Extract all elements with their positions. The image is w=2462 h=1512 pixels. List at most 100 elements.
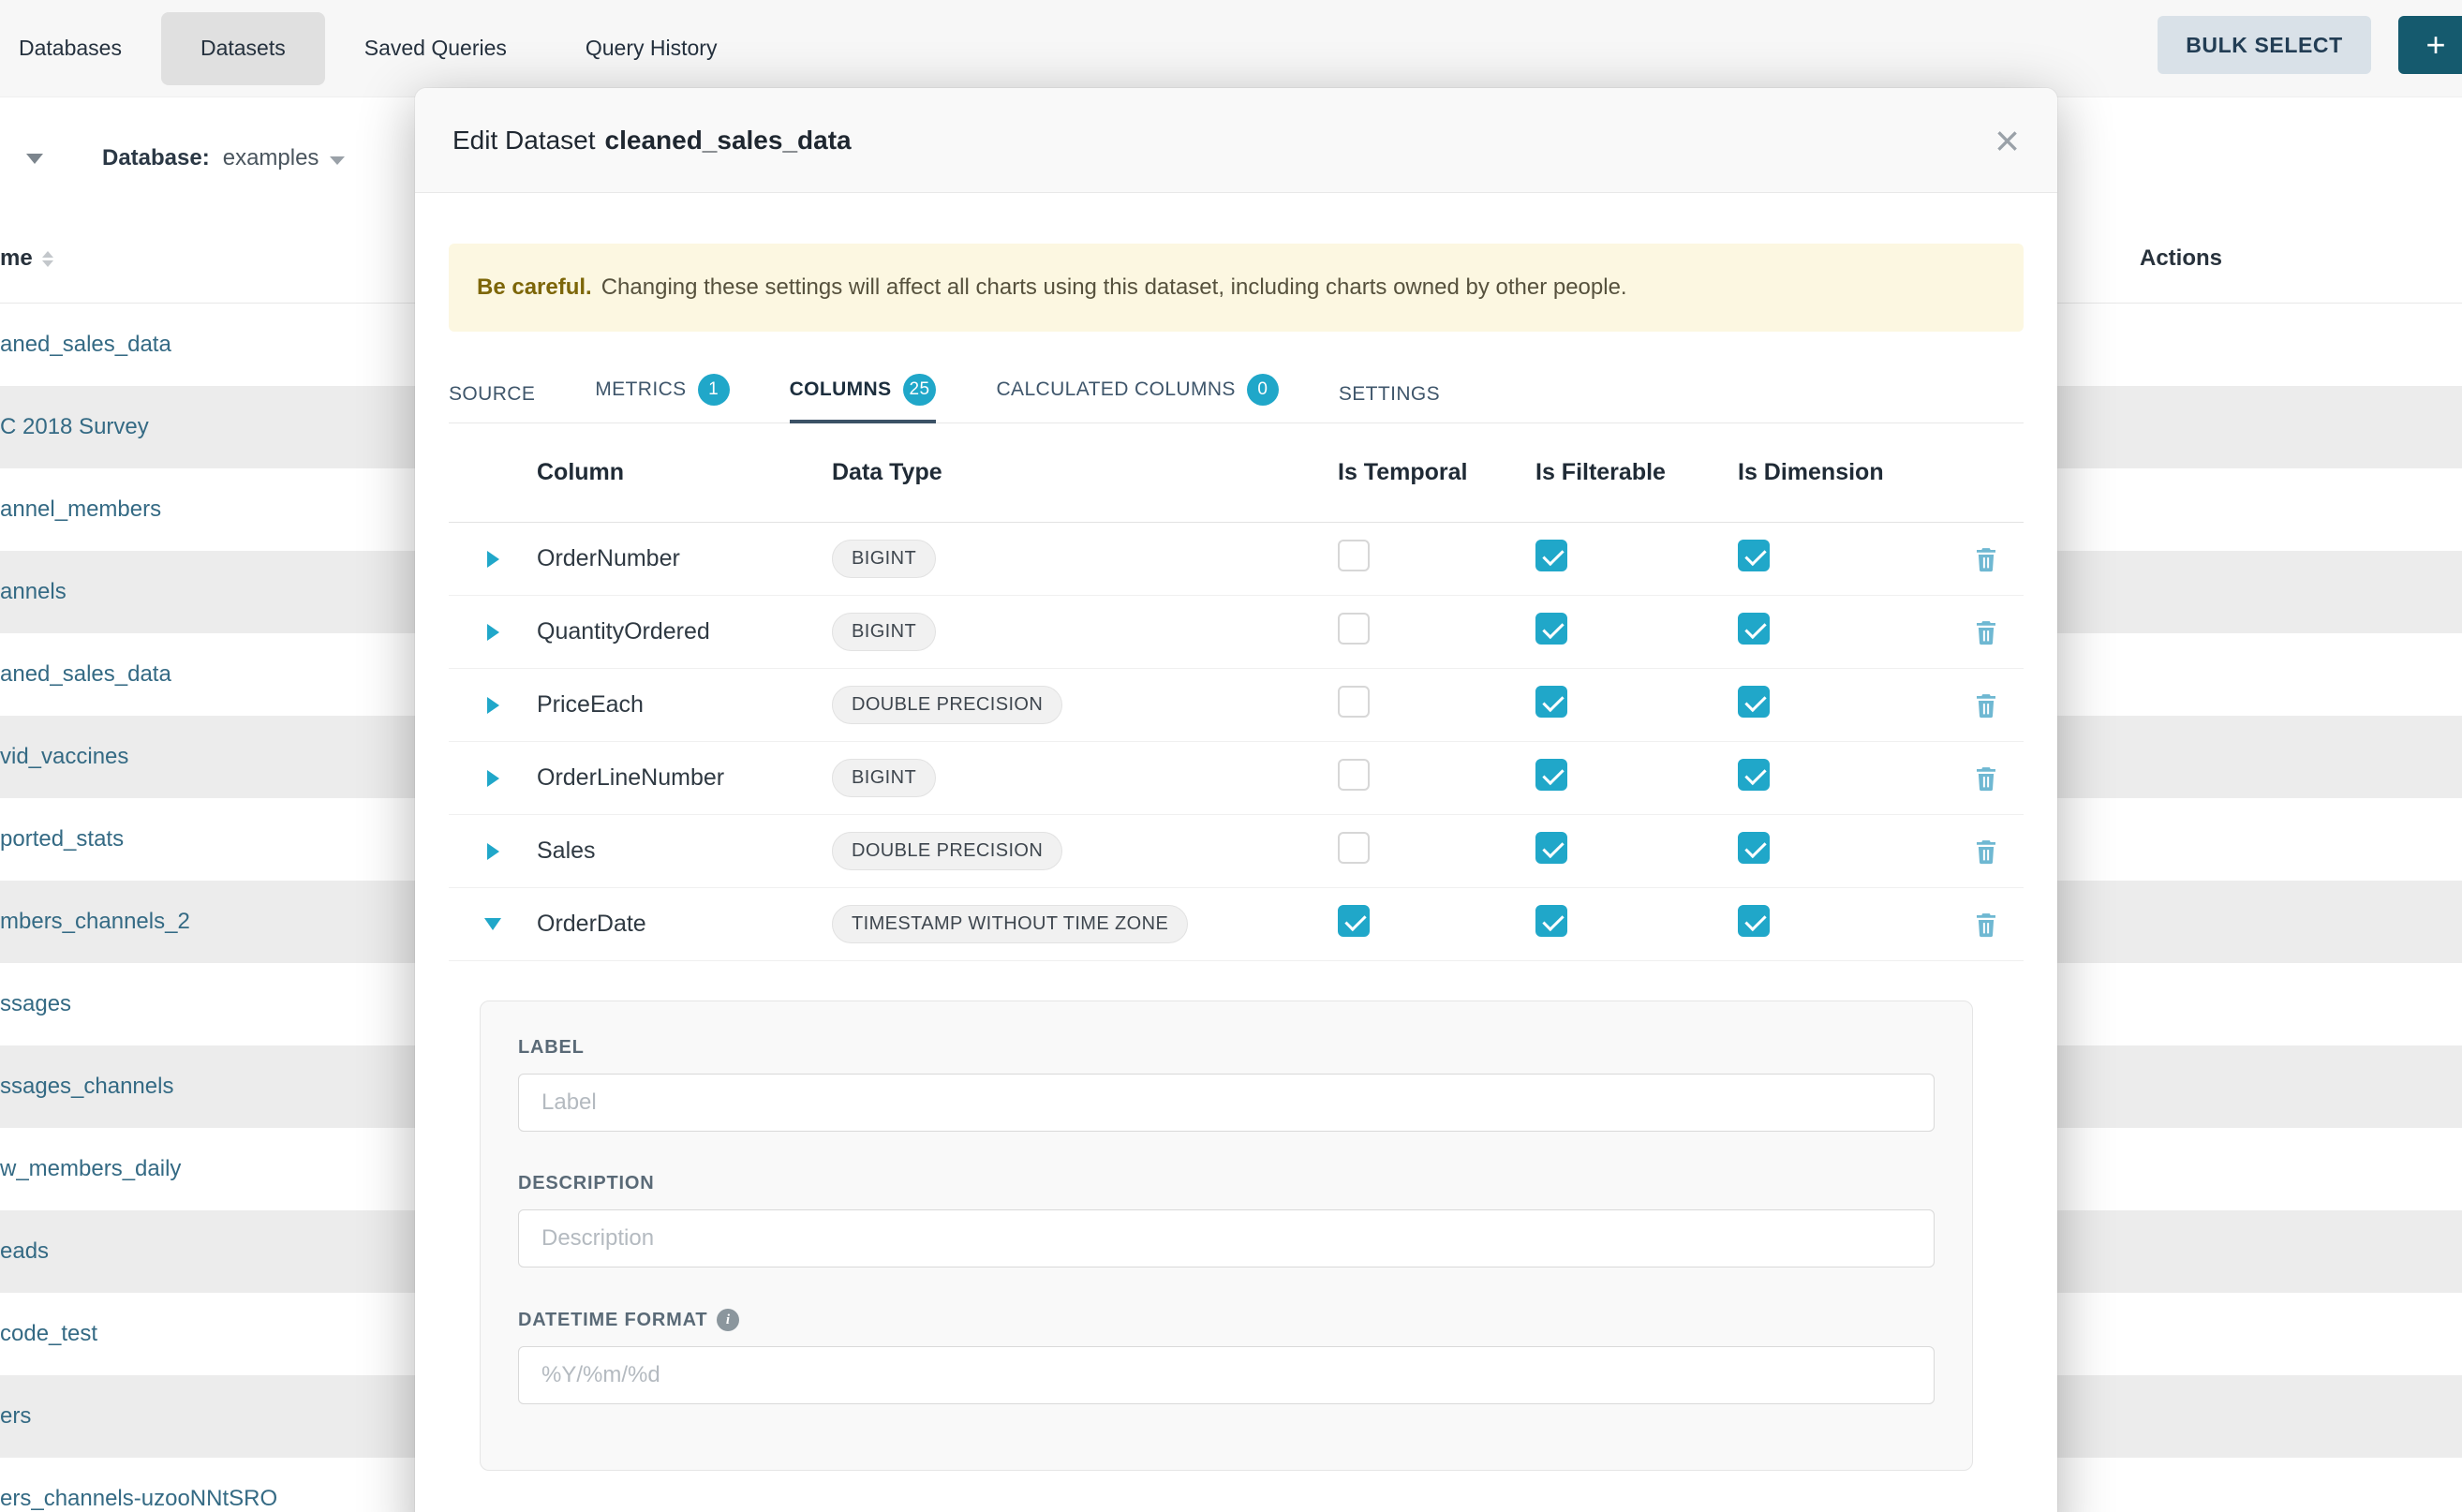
edit-dataset-modal: Edit Dataset cleaned_sales_data × Be car… — [415, 88, 2057, 1512]
count-badge: 25 — [903, 374, 937, 406]
tab-label: COLUMNS — [790, 378, 892, 401]
header-is-dimension: Is Dimension — [1738, 459, 1949, 486]
delete-column-icon[interactable] — [1972, 838, 2000, 866]
dataset-link[interactable]: ers — [0, 1403, 31, 1429]
column-name: OrderNumber — [537, 545, 832, 572]
dataset-link[interactable]: code_test — [0, 1321, 97, 1346]
chevron-down-icon[interactable] — [330, 156, 345, 165]
count-badge: 1 — [698, 374, 730, 406]
column-name: OrderLineNumber — [537, 764, 832, 792]
tab-columns[interactable]: COLUMNS 25 — [790, 374, 937, 422]
nav-tab-saved-queries[interactable]: Saved Queries — [325, 12, 546, 85]
database-filter-value[interactable]: examples — [223, 145, 319, 171]
count-badge: 0 — [1247, 374, 1279, 406]
tab-settings[interactable]: SETTINGS — [1339, 383, 1440, 422]
modal-body: Be careful. Changing these settings will… — [415, 244, 2057, 1471]
is-dimension-checkbox[interactable] — [1738, 905, 1770, 937]
tab-metrics[interactable]: METRICS 1 — [595, 374, 729, 422]
is-temporal-checkbox[interactable] — [1338, 759, 1370, 791]
expand-caret-icon[interactable] — [487, 770, 499, 787]
dataset-link[interactable]: mbers_channels_2 — [0, 909, 190, 934]
is-filterable-checkbox[interactable] — [1535, 613, 1567, 645]
nav-tabs: Databases Datasets Saved Queries Query H… — [0, 0, 2462, 96]
dataset-link[interactable]: aned_sales_data — [0, 661, 171, 687]
dataset-link[interactable]: ssages — [0, 991, 71, 1016]
is-dimension-checkbox[interactable] — [1738, 540, 1770, 571]
dataset-link[interactable]: annel_members — [0, 497, 161, 522]
add-dataset-button[interactable]: + — [2398, 16, 2462, 74]
data-type-pill: TIMESTAMP WITHOUT TIME ZONE — [832, 905, 1188, 943]
column-detail-panel: LABEL DESCRIPTION DATETIME FORMAT i — [480, 1001, 1973, 1471]
is-filterable-checkbox[interactable] — [1535, 832, 1567, 864]
database-filter[interactable]: Database: examples — [102, 137, 345, 180]
warning-banner-text: Changing these settings will affect all … — [601, 274, 1627, 301]
delete-column-icon[interactable] — [1972, 618, 2000, 646]
label-input[interactable] — [518, 1074, 1935, 1132]
expand-caret-icon[interactable] — [487, 624, 499, 641]
dataset-link[interactable]: eads — [0, 1238, 49, 1264]
nav-actions: BULK SELECT + — [2158, 16, 2462, 74]
data-type-pill: DOUBLE PRECISION — [832, 686, 1062, 724]
dataset-link[interactable]: ported_stats — [0, 826, 124, 852]
column-row: OrderNumber BIGINT — [449, 523, 2024, 596]
dataset-link[interactable]: aned_sales_data — [0, 332, 171, 357]
is-temporal-checkbox[interactable] — [1338, 613, 1370, 645]
sort-icon[interactable] — [42, 251, 53, 267]
is-filterable-checkbox[interactable] — [1535, 686, 1567, 718]
is-filterable-checkbox[interactable] — [1535, 540, 1567, 571]
is-temporal-checkbox[interactable] — [1338, 540, 1370, 571]
is-dimension-checkbox[interactable] — [1738, 832, 1770, 864]
dataset-link[interactable]: ers_channels-uzooNNtSRO — [0, 1486, 277, 1511]
dataset-link[interactable]: vid_vaccines — [0, 744, 128, 769]
data-type-pill: BIGINT — [832, 613, 936, 651]
dataset-link[interactable]: annels — [0, 579, 67, 604]
delete-column-icon[interactable] — [1972, 691, 2000, 719]
tab-label: SOURCE — [449, 383, 535, 406]
dataset-link[interactable]: w_members_daily — [0, 1156, 181, 1181]
expand-caret-icon[interactable] — [487, 843, 499, 860]
is-temporal-checkbox[interactable] — [1338, 686, 1370, 718]
column-name: PriceEach — [537, 691, 832, 719]
expand-caret-icon[interactable] — [487, 551, 499, 568]
data-type-pill: BIGINT — [832, 759, 936, 797]
dataset-link[interactable]: ssages_channels — [0, 1074, 173, 1099]
tab-source[interactable]: SOURCE — [449, 383, 535, 422]
chevron-down-icon[interactable] — [26, 154, 43, 164]
nav-tab-query-history[interactable]: Query History — [546, 12, 757, 85]
close-icon[interactable]: × — [1995, 119, 2020, 162]
header-data-type: Data Type — [832, 459, 1338, 486]
info-icon[interactable]: i — [717, 1309, 739, 1331]
database-filter-label: Database: — [102, 145, 210, 171]
column-row: OrderLineNumber BIGINT — [449, 742, 2024, 815]
column-row: QuantityOrdered BIGINT — [449, 596, 2024, 669]
delete-column-icon[interactable] — [1972, 911, 2000, 939]
is-filterable-checkbox[interactable] — [1535, 759, 1567, 791]
is-dimension-checkbox[interactable] — [1738, 686, 1770, 718]
is-temporal-checkbox[interactable] — [1338, 832, 1370, 864]
nav-tab-databases[interactable]: Databases — [0, 12, 161, 85]
column-name: QuantityOrdered — [537, 618, 832, 645]
expand-caret-icon[interactable] — [487, 697, 499, 714]
name-column-header[interactable]: me — [0, 245, 53, 272]
is-filterable-checkbox[interactable] — [1535, 905, 1567, 937]
modal-header: Edit Dataset cleaned_sales_data × — [415, 88, 2057, 193]
datetime-format-input[interactable] — [518, 1346, 1935, 1404]
description-input[interactable] — [518, 1209, 1935, 1267]
data-type-pill: DOUBLE PRECISION — [832, 832, 1062, 870]
bulk-select-button[interactable]: BULK SELECT — [2158, 16, 2371, 74]
warning-banner-title: Be careful. — [477, 274, 592, 301]
delete-column-icon[interactable] — [1972, 764, 2000, 793]
dataset-link[interactable]: C 2018 Survey — [0, 414, 149, 439]
is-dimension-checkbox[interactable] — [1738, 759, 1770, 791]
column-row: PriceEach DOUBLE PRECISION — [449, 669, 2024, 742]
label-field-label: LABEL — [518, 1037, 1935, 1059]
delete-column-icon[interactable] — [1972, 545, 2000, 573]
nav-tab-datasets[interactable]: Datasets — [161, 12, 325, 85]
is-dimension-checkbox[interactable] — [1738, 613, 1770, 645]
tab-calculated-columns[interactable]: CALCULATED COLUMNS 0 — [996, 374, 1278, 422]
tab-label: METRICS — [595, 378, 686, 401]
screen: Databases Datasets Saved Queries Query H… — [0, 0, 2462, 1512]
collapse-caret-icon[interactable] — [484, 918, 501, 930]
is-temporal-checkbox[interactable] — [1338, 905, 1370, 937]
header-is-filterable: Is Filterable — [1535, 459, 1738, 486]
